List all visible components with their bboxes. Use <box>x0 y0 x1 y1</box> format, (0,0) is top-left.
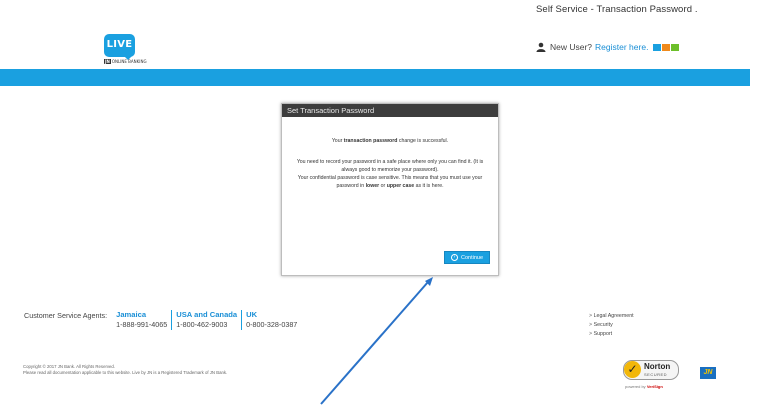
copyright: Copyright © 2017 JN Bank. All Rights Res… <box>23 364 228 375</box>
checkmark-icon: ✓ <box>624 361 641 378</box>
region-name[interactable]: Jamaica <box>116 310 167 320</box>
region-usa-canada: USA and Canada 1-800-462-9003 <box>171 310 241 330</box>
region-name[interactable]: USA and Canada <box>176 310 237 320</box>
region-jamaica: Jamaica 1-888-991-4065 <box>116 310 171 330</box>
annotation-arrow <box>320 277 433 405</box>
region-phone: 1-800-462-9003 <box>176 320 228 329</box>
support-link[interactable]: Support <box>589 330 634 339</box>
footer-links: Legal Agreement Security Support <box>589 312 634 339</box>
region-phone: 1-888-991-4065 <box>116 320 168 329</box>
region-phone: 0-800-328-0387 <box>246 320 298 329</box>
agents-label: Customer Service Agents: <box>24 311 108 320</box>
legal-agreement-link[interactable]: Legal Agreement <box>589 312 634 321</box>
customer-service-agents: Customer Service Agents: Jamaica 1-888-9… <box>24 310 301 330</box>
norton-secured-badge[interactable]: ✓ Norton SECURED powered by VeriSign <box>623 360 681 392</box>
region-uk: UK 0-800-328-0387 <box>241 310 301 330</box>
region-name[interactable]: UK <box>246 310 297 320</box>
jn-bank-logo: JN <box>700 367 716 379</box>
security-link[interactable]: Security <box>589 321 634 330</box>
